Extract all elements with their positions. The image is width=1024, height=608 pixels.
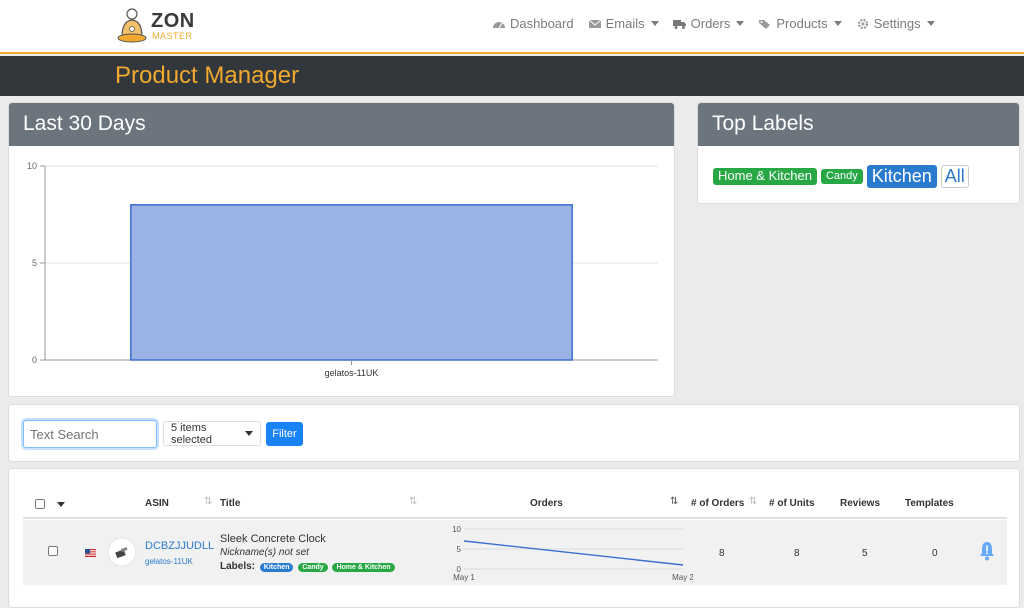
bar bbox=[130, 204, 573, 361]
y-tick-label: 0 bbox=[32, 355, 37, 365]
tags-icon bbox=[759, 19, 771, 29]
chevron-down-icon bbox=[833, 21, 842, 26]
column-header-templates[interactable]: Templates bbox=[905, 498, 954, 509]
label-tag-all[interactable]: All bbox=[940, 165, 969, 188]
column-header-orders[interactable]: Orders bbox=[530, 498, 563, 509]
label-tag-cloud: Home & Kitchen Candy Kitchen All bbox=[713, 165, 969, 188]
sort-desc-icon[interactable]: ⇅ bbox=[670, 496, 678, 507]
alert-bell-icon[interactable] bbox=[978, 541, 996, 561]
sparkline-y-label: 5 bbox=[457, 545, 462, 554]
product-nickname: Nickname(s) not set bbox=[220, 547, 309, 558]
nav-emails-label: Emails bbox=[605, 16, 645, 31]
row-label-candy[interactable]: Candy bbox=[298, 563, 328, 572]
nav-dashboard[interactable]: Dashboard bbox=[492, 16, 574, 31]
product-title: Sleek Concrete Clock bbox=[220, 533, 326, 545]
table-row[interactable]: DCBZJJUDLL gelatos-11UK Sleek Concrete C… bbox=[23, 520, 1007, 585]
reviews-value: 5 bbox=[862, 548, 868, 559]
label-tag-home-kitchen[interactable]: Home & Kitchen bbox=[713, 168, 817, 185]
top-labels-title: Top Labels bbox=[698, 103, 1019, 146]
product-store-link[interactable]: gelatos-11UK bbox=[145, 557, 193, 566]
table-header: ASIN ⇅ Title ⇅ Orders ⇅ # of Orders ⇅ # … bbox=[23, 489, 1007, 519]
labels-prefix: Labels: bbox=[220, 561, 256, 572]
sales-chart-card: Last 30 Days 0 5 10 gelatos-11UK bbox=[8, 102, 675, 397]
chevron-down-icon bbox=[736, 21, 745, 26]
items-selected-label: 5 items selected bbox=[171, 421, 212, 446]
sparkline-y-label: 10 bbox=[452, 525, 461, 534]
main-menu: Dashboard Emails Orders Products Setting… bbox=[492, 16, 935, 31]
nav-orders-label: Orders bbox=[690, 16, 731, 31]
nav-products[interactable]: Products bbox=[758, 16, 842, 31]
row-label-home-kitchen[interactable]: Home & Kitchen bbox=[332, 563, 395, 572]
column-header-num-orders[interactable]: # of Orders bbox=[691, 498, 744, 509]
brand-name: ZON bbox=[151, 10, 195, 32]
nav-emails[interactable]: Emails bbox=[588, 16, 659, 31]
label-tag-kitchen[interactable]: Kitchen bbox=[866, 165, 937, 188]
products-table-card: ASIN ⇅ Title ⇅ Orders ⇅ # of Orders ⇅ # … bbox=[8, 468, 1020, 608]
page-title: Product Manager bbox=[115, 62, 300, 89]
y-tick-label: 10 bbox=[27, 161, 37, 171]
sparkline-x-label: May 2 bbox=[672, 573, 693, 582]
top-labels-card: Top Labels Home & Kitchen Candy Kitchen … bbox=[697, 102, 1020, 204]
us-flag-icon bbox=[85, 549, 96, 557]
select-all-checkbox[interactable] bbox=[35, 499, 45, 509]
filter-bar: 5 items selected Filter bbox=[8, 404, 1020, 462]
product-thumbnail[interactable] bbox=[107, 537, 137, 567]
envelope-icon bbox=[588, 19, 601, 28]
items-selected-dropdown[interactable]: 5 items selected bbox=[163, 421, 261, 446]
chevron-down-icon bbox=[926, 21, 935, 26]
row-label-kitchen[interactable]: Kitchen bbox=[259, 563, 294, 572]
top-navbar: ZON MASTER Dashboard Emails Orders Produ… bbox=[0, 0, 1024, 54]
sparkline-x-label: May 1 bbox=[453, 573, 475, 582]
chevron-down-icon bbox=[650, 21, 659, 26]
label-tag-candy[interactable]: Candy bbox=[820, 169, 863, 184]
column-header-title[interactable]: Title bbox=[220, 498, 240, 509]
sort-icon[interactable]: ⇅ bbox=[749, 496, 757, 507]
truck-icon bbox=[672, 19, 686, 29]
product-labels: Labels: Kitchen Candy Home & Kitchen bbox=[220, 561, 395, 572]
column-header-num-units[interactable]: # of Units bbox=[769, 498, 815, 509]
y-tick-label: 5 bbox=[32, 258, 37, 268]
sort-icon[interactable]: ⇅ bbox=[204, 496, 212, 507]
nav-products-label: Products bbox=[776, 16, 828, 31]
num-units-value: 8 bbox=[794, 548, 800, 559]
chevron-down-icon bbox=[245, 431, 253, 436]
brand-subname: MASTER bbox=[152, 31, 193, 41]
brand-logo[interactable]: ZON MASTER bbox=[116, 7, 196, 45]
monk-logo-icon bbox=[117, 8, 147, 43]
nav-dashboard-label: Dashboard bbox=[510, 16, 574, 31]
sales-chart-title: Last 30 Days bbox=[9, 103, 674, 146]
search-input[interactable] bbox=[23, 420, 157, 448]
speedometer-icon bbox=[493, 21, 505, 28]
column-header-asin[interactable]: ASIN bbox=[145, 498, 169, 509]
templates-value: 0 bbox=[932, 548, 938, 559]
row-select-checkbox[interactable] bbox=[48, 546, 58, 556]
nav-orders[interactable]: Orders bbox=[672, 16, 745, 31]
nav-settings-label: Settings bbox=[873, 16, 921, 31]
column-header-reviews[interactable]: Reviews bbox=[840, 498, 880, 509]
sparkline-series bbox=[463, 540, 684, 566]
page-title-bar: Product Manager bbox=[0, 56, 1024, 96]
num-orders-value: 8 bbox=[719, 548, 725, 559]
sales-bar-chart: 0 5 10 gelatos-11UK bbox=[27, 161, 658, 378]
select-menu-chevron-icon[interactable] bbox=[57, 502, 65, 507]
product-asin-link[interactable]: DCBZJJUDLL bbox=[145, 540, 214, 552]
sort-icon[interactable]: ⇅ bbox=[409, 496, 417, 507]
orders-sparkline: 0510May 1 May 2 bbox=[452, 525, 693, 582]
x-tick-label: gelatos-11UK bbox=[325, 368, 379, 378]
gear-icon bbox=[857, 18, 868, 29]
filter-button[interactable]: Filter bbox=[266, 422, 303, 446]
nav-settings[interactable]: Settings bbox=[856, 16, 935, 31]
